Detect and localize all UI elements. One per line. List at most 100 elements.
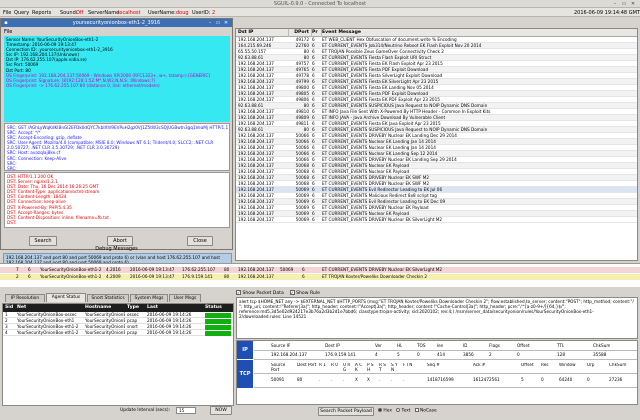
tcp-field-value: . [403, 377, 405, 382]
status-indicator [205, 312, 231, 318]
search-payload-button[interactable]: Search Packet Payload [318, 407, 374, 416]
ip-field-value: 414 [437, 352, 445, 357]
tcp-field-value: 80 [297, 377, 303, 382]
col-status[interactable]: Status [205, 304, 233, 312]
userid-label: UserID: [192, 10, 211, 16]
show-packet-label: Show Packet Data [242, 291, 284, 296]
close-icon[interactable]: ✕ [223, 20, 229, 26]
tcp-field-label: U R G [343, 363, 351, 372]
menu-bar: File Query Reports Sound: Off ServerName… [0, 8, 640, 17]
text-radio[interactable] [396, 408, 401, 412]
ip-field-value: 128 [557, 352, 565, 357]
ip-field-value: 35588 [593, 352, 607, 357]
username-value: doug [176, 10, 189, 16]
update-interval-label: Update Interval (secs): [120, 408, 171, 413]
os-fingerprint-line: OS Fingerprint: -> 176.62.255.107:80 (di… [6, 82, 160, 88]
response-line: DST: [7, 219, 17, 225]
tab-agent-status[interactable]: Agent Status [46, 293, 86, 302]
agent-table-header: Sid Net Hostname Type Last Status [3, 304, 233, 312]
show-packet-checkbox[interactable]: ✓ [236, 290, 241, 295]
ip-field-label: Flags [489, 343, 500, 348]
ip-field-label: Ver [375, 343, 382, 348]
hex-radio[interactable] [378, 408, 382, 412]
ip-field-value: 3856 [463, 352, 474, 357]
ip-field-label: HL [397, 343, 403, 348]
close-icon[interactable]: ✕ [630, 1, 636, 7]
show-rule-label: Show Rule [296, 291, 320, 296]
agent-row[interactable]: 4 YourSecurityOnionBox-eth1-2 YourSecurity… [3, 330, 233, 336]
table-row[interactable]: 192.168.204.137 50069 6 ET CURRENT_EVENTS D… [236, 217, 637, 223]
response-transcript: DST: HTTP/1.1 200 OK DST: Server: nginx/1… [4, 172, 230, 228]
agent-last: 2016-06-09 19:14:26 [147, 330, 192, 335]
tcp-field-value: 0 [541, 377, 544, 382]
search-button[interactable]: Search [29, 236, 57, 246]
ip-field-value: 4 [375, 352, 378, 357]
update-interval-input[interactable]: 15 [176, 407, 196, 414]
minimize-icon[interactable]: – [207, 20, 213, 26]
server-value: localhost [118, 10, 141, 16]
ip-field-value: 5 [397, 352, 400, 357]
event-row[interactable]: 2 6 YourSecurityOnionBox-eth1-2 4.2009 2… [0, 274, 640, 280]
ip-field-label: Source IP [271, 343, 291, 348]
tab-user-msgs[interactable]: User Msgs [169, 294, 201, 302]
tcp-field-label: R 1 [319, 363, 326, 367]
event-dst-ip: 192.168.204.137 [238, 217, 274, 222]
show-rule-checkbox[interactable]: ✓ [289, 290, 295, 295]
menu-file[interactable]: File [3, 10, 11, 16]
tab-snort-statistics[interactable]: Snort Statistics [87, 294, 129, 302]
tcp-field-value: . [379, 377, 381, 382]
tab-ip-resolution[interactable]: IP Resolution [5, 294, 45, 302]
packet-detail: IP TCP Source IP 192.168.204.137 Dest IP 17… [236, 340, 638, 405]
col-net[interactable]: Net [17, 304, 83, 312]
col-event-message[interactable]: Event Message [322, 29, 637, 37]
packet-options: ✓ Show Packet Data ✓ Show Rule [236, 290, 320, 296]
tcp-field-value: 1612472561 [473, 377, 500, 382]
col-proto[interactable]: Pr [312, 29, 320, 37]
agent-sid: 4 [5, 330, 8, 335]
event-row[interactable]: 7 6 YourSecurityOnionBox-eth1-2 4.2016 2… [0, 267, 640, 273]
col-sid[interactable]: Sid [5, 304, 15, 312]
status-indicator [205, 324, 231, 330]
sound-label: Sound: [60, 10, 78, 16]
status-indicator [205, 318, 231, 324]
col-dst-ip[interactable]: Dst IP [238, 29, 288, 37]
window-menu-icon[interactable]: ▪ [3, 20, 9, 26]
transcript-file-menu[interactable]: File [4, 29, 12, 35]
maximize-icon[interactable]: ▭ [621, 1, 627, 7]
agent-table-body: 1 YourSecurityOnionBox-ossec YourSecurityO… [3, 312, 233, 336]
request-transcript: SRC: GET /AGhLyWqKdKlBnGl2EFDk0dQYC7kbIX… [4, 123, 230, 171]
col-dport[interactable]: DPort [289, 29, 309, 37]
close-button[interactable]: Close [187, 236, 213, 246]
os-fingerprint-line: OS Fingerprint: 192.168.204.137:50069 - … [6, 72, 210, 78]
agent-status-table: Sid Net Hostname Type Last Status 1 YourS… [2, 303, 234, 406]
menu-query[interactable]: Query [14, 10, 29, 16]
sound-value[interactable]: Off [76, 10, 83, 16]
tab-system-msgs[interactable]: System Msgs [130, 294, 168, 302]
transcript-window: yoursecurityonionbox-eth1-2_3916 ▪ – ▭ ✕… [0, 18, 233, 250]
maximize-icon[interactable]: ▭ [215, 20, 221, 26]
agent-net: YourSecurityOnionBox-eth1-2 [17, 330, 79, 335]
tcp-field-value: . [343, 377, 345, 382]
now-button[interactable]: NOW [210, 406, 232, 415]
ip-field-label: ID [463, 343, 468, 348]
col-hostname[interactable]: Hostname [85, 304, 125, 312]
nocase-label: NoCase [420, 408, 437, 414]
username-label: UserName: [148, 10, 176, 16]
tcp-field-label: S Y N [391, 363, 398, 372]
col-type[interactable]: Type [127, 304, 145, 312]
col-last[interactable]: Last [147, 304, 203, 312]
transcript-title: yoursecurityonionbox-eth1-2_3916 [72, 20, 161, 26]
tcp-field-value: 27236 [609, 377, 623, 382]
agent-status [205, 330, 233, 336]
minimize-icon[interactable]: – [612, 1, 618, 7]
session-info: Sensor Name: YourSecurityOnionBox-eth1-2… [4, 36, 230, 122]
tcp-field-value: . [391, 377, 393, 382]
nocase-checkbox[interactable] [414, 408, 419, 412]
tcp-field-value: X [355, 377, 358, 382]
abort-button[interactable]: Abort [107, 236, 133, 246]
status-indicator [205, 330, 231, 336]
event-dport: 50069 [295, 217, 309, 222]
menu-reports[interactable]: Reports [32, 10, 51, 16]
event-proto: 6 [312, 217, 315, 222]
ip-field-value: 192.168.204.137 [271, 352, 307, 357]
